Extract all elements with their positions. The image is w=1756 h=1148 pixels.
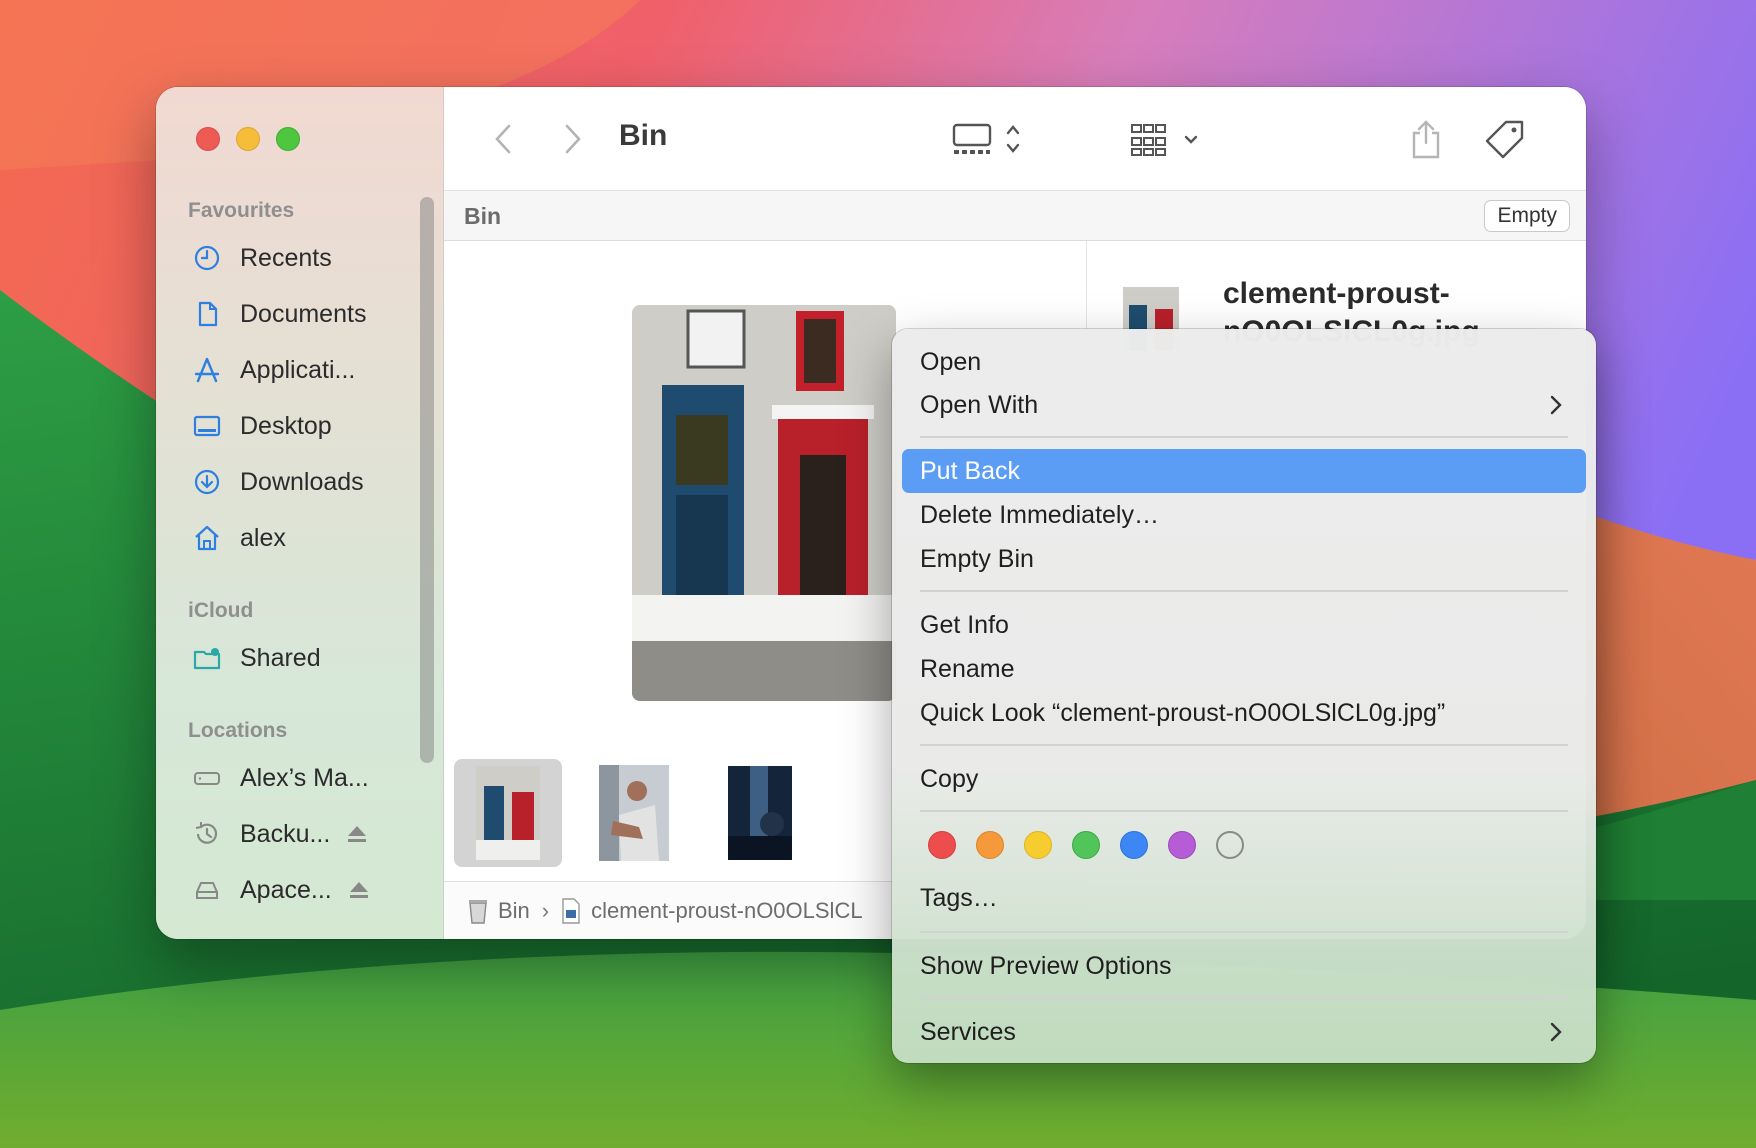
thumbnail-strip [454, 759, 814, 867]
thumbnail-item[interactable] [454, 759, 562, 867]
menu-item-open[interactable]: Open [902, 340, 1586, 384]
sidebar-item-label: Recents [240, 243, 332, 272]
tag-yellow[interactable] [1024, 831, 1052, 859]
sidebar-section-locations: Locations [188, 719, 288, 742]
sidebar-item-applications[interactable]: Applicati... [192, 350, 355, 390]
close-button[interactable] [196, 127, 220, 151]
eject-icon[interactable] [346, 823, 368, 845]
tag-none[interactable] [1216, 831, 1244, 859]
menu-separator [920, 997, 1568, 999]
sidebar-section-icloud: iCloud [188, 599, 254, 622]
time-machine-icon [192, 819, 222, 849]
sidebar-item-backup[interactable]: Backu... [192, 814, 368, 854]
share-icon [1412, 120, 1440, 159]
menu-item-copy[interactable]: Copy [902, 757, 1586, 801]
thumbnail-item[interactable] [580, 759, 688, 867]
menu-item-open-with[interactable]: Open With [902, 383, 1586, 427]
sidebar-item-desktop[interactable]: Desktop [192, 406, 332, 446]
tag-color-picker [928, 831, 1244, 859]
sidebar-item-label: Apace... [240, 875, 332, 904]
tag-orange[interactable] [976, 831, 1004, 859]
desktop-icon [192, 411, 222, 441]
preview-image[interactable] [632, 305, 896, 701]
menu-item-get-info[interactable]: Get Info [902, 603, 1586, 647]
home-icon [192, 523, 222, 553]
menu-item-show-preview-options[interactable]: Show Preview Options [902, 944, 1586, 988]
location-label: Bin [464, 203, 502, 229]
sidebar-item-label: Applicati... [240, 355, 356, 384]
sidebar-item-shared[interactable]: Shared [192, 638, 321, 678]
path-segment-file[interactable]: clement-proust-nO0OLSlCL [561, 897, 863, 924]
laptop-icon [192, 763, 222, 793]
sidebar-item-label: alex [240, 523, 286, 552]
back-button[interactable] [488, 117, 518, 161]
view-mode-button[interactable] [952, 117, 1028, 161]
sidebar-item-label: Alex’s Ma... [240, 763, 369, 792]
grid-icon [1131, 124, 1198, 156]
window-controls [196, 127, 300, 151]
tag-red[interactable] [928, 831, 956, 859]
sidebar-scrollbar[interactable] [420, 197, 434, 763]
tag-blue[interactable] [1120, 831, 1148, 859]
sidebar-item-label: Documents [240, 299, 367, 328]
tag-green[interactable] [1072, 831, 1100, 859]
sidebar: Favourites Recents Documents Applicati..… [156, 87, 444, 939]
drive-icon [192, 875, 222, 905]
sidebar-item-label: Downloads [240, 467, 364, 496]
menu-separator [920, 436, 1568, 438]
chevron-right-icon [1550, 1022, 1562, 1042]
sidebar-item-label: Shared [240, 643, 321, 672]
sidebar-item-recents[interactable]: Recents [192, 238, 332, 278]
forward-button[interactable] [558, 117, 588, 161]
tag-purple[interactable] [1168, 831, 1196, 859]
thumbnail-item[interactable] [706, 759, 814, 867]
chevron-right-icon: › [541, 897, 550, 923]
menu-item-put-back[interactable]: Put Back [902, 449, 1586, 493]
chevron-right-icon [565, 124, 581, 154]
zoom-button[interactable] [276, 127, 300, 151]
group-by-button[interactable] [1130, 117, 1204, 161]
trash-icon [469, 899, 487, 924]
sidebar-item-downloads[interactable]: Downloads [192, 462, 364, 502]
menu-separator [920, 744, 1568, 746]
minimize-button[interactable] [236, 127, 260, 151]
shared-folder-icon [192, 643, 222, 673]
context-menu: Open Open With Put Back Delete Immediate… [892, 329, 1596, 1063]
menu-item-empty-bin[interactable]: Empty Bin [902, 537, 1586, 581]
document-icon [192, 299, 222, 329]
tag-button[interactable] [1484, 117, 1526, 161]
sidebar-item-alex[interactable]: alex [192, 518, 286, 558]
tag-icon [1485, 120, 1524, 159]
sidebar-item-apace[interactable]: Apace... [192, 870, 370, 910]
sidebar-item-label: Desktop [240, 411, 332, 440]
sidebar-section-favourites: Favourites [188, 199, 295, 222]
menu-item-tags[interactable]: Tags… [902, 876, 1586, 920]
image-file-icon [562, 897, 580, 924]
menu-separator [920, 590, 1568, 592]
sidebar-item-alexs-mac[interactable]: Alex’s Ma... [192, 758, 369, 798]
sidebar-item-label: Backu... [240, 819, 331, 848]
toolbar: Bin [444, 87, 1586, 191]
empty-bin-button[interactable]: Empty [1484, 200, 1570, 232]
doors-photo [632, 305, 896, 701]
download-icon [192, 467, 222, 497]
menu-item-delete-immediately[interactable]: Delete Immediately… [902, 493, 1586, 537]
menu-item-rename[interactable]: Rename [902, 647, 1586, 691]
gallery-view-icon [952, 123, 1020, 154]
path-segment-bin[interactable]: Bin [468, 898, 530, 924]
location-bar: Bin Empty [444, 191, 1586, 241]
menu-separator [920, 810, 1568, 812]
eject-icon[interactable] [348, 879, 370, 901]
clock-icon [192, 243, 222, 273]
window-title: Bin [619, 119, 668, 152]
sidebar-item-documents[interactable]: Documents [192, 294, 366, 334]
menu-item-services[interactable]: Services [902, 1010, 1586, 1054]
menu-separator [920, 931, 1568, 933]
menu-item-quick-look[interactable]: Quick Look “clement-proust-nO0OLSlCL0g.j… [902, 691, 1586, 735]
applications-icon [192, 355, 222, 385]
chevron-left-icon [495, 124, 511, 154]
share-button[interactable] [1408, 117, 1444, 161]
chevron-right-icon [1550, 395, 1562, 415]
